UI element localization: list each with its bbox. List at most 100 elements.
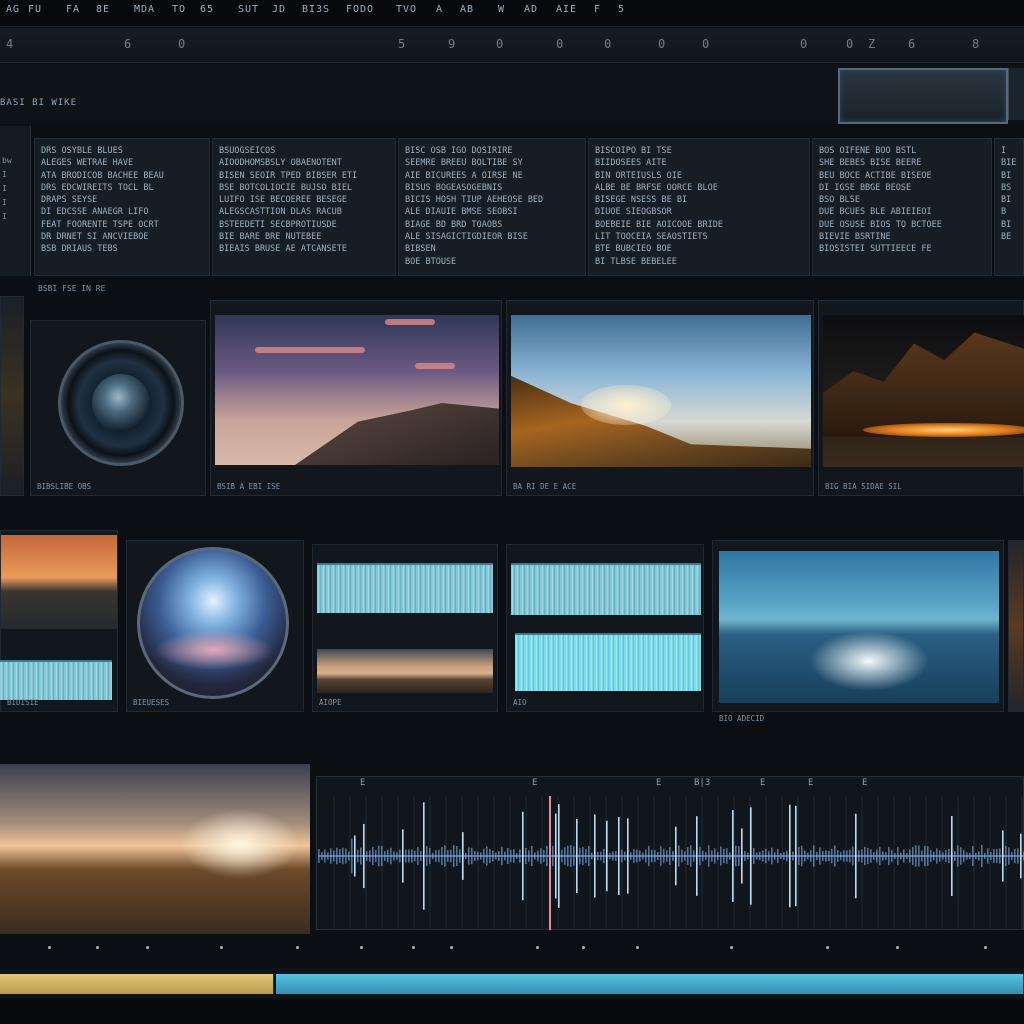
- waveform-bar: [363, 823, 365, 889]
- waveform-bar: [756, 852, 758, 860]
- media-thumbnail[interactable]: AIOPE: [312, 544, 498, 712]
- waveform-bar: [657, 851, 659, 861]
- waveform-bar: [996, 849, 998, 863]
- waveform-bar: [747, 852, 749, 860]
- ruler-tick-label: 0: [702, 37, 710, 51]
- menu-item[interactable]: TO: [172, 4, 186, 15]
- metadata-panel[interactable]: I BIE BI BS BI B BI BE: [994, 138, 1024, 276]
- metadata-panel[interactable]: BOS OIFENE BOO BSTL SHE BEBES BISE BEERE…: [812, 138, 992, 276]
- waveform-bar: [417, 847, 419, 865]
- media-thumbnail[interactable]: [0, 296, 24, 496]
- waveform-bar: [960, 847, 962, 865]
- waveform-bar: [708, 845, 710, 867]
- waveform-bar: [510, 849, 512, 863]
- waveform-bar: [369, 850, 371, 862]
- ruler-tick-label: 0: [658, 37, 666, 51]
- audio-waveform-strip[interactable]: [515, 633, 701, 691]
- metadata-panel[interactable]: BSUOGSEICOS AIOODHOMSBSLY OBAENOTENT BIS…: [212, 138, 396, 276]
- preview-monitor[interactable]: [0, 764, 310, 934]
- header-scroll-handle[interactable]: [1008, 68, 1024, 120]
- menu-item[interactable]: TVO: [396, 4, 417, 15]
- menu-item[interactable]: 65: [200, 4, 214, 15]
- waveform-bar: [465, 852, 467, 860]
- media-thumbnail[interactable]: BIG BIA SIDAE SIL: [818, 300, 1024, 496]
- menu-item[interactable]: FU: [28, 4, 42, 15]
- menu-item[interactable]: W: [498, 4, 505, 15]
- waveform-bar: [567, 845, 569, 867]
- waveform-bar: [576, 819, 578, 893]
- waveform-bar: [930, 849, 932, 863]
- media-thumbnail[interactable]: BSIB A EBI ISE: [210, 300, 502, 496]
- waveform-bar: [543, 849, 545, 863]
- waveform-bar: [318, 849, 320, 863]
- metadata-line: ATA BRODICOB BACHEE BEAU: [41, 170, 164, 181]
- waveform-bar: [927, 846, 929, 866]
- metadata-line: BSB DRIAUS TEBS: [41, 244, 118, 255]
- metadata-line: DRS OSYBLE BLUES: [41, 146, 123, 156]
- waveform-display[interactable]: [318, 796, 1024, 930]
- menu-item[interactable]: AIE: [556, 4, 577, 15]
- menu-item[interactable]: F: [594, 4, 601, 15]
- menu-item[interactable]: BI3S: [302, 4, 330, 15]
- media-thumbnail[interactable]: [1008, 540, 1024, 712]
- waveform-bar: [573, 846, 575, 866]
- track-clip[interactable]: [0, 974, 274, 994]
- thumbnail-caption: BIO ADECID: [719, 714, 765, 723]
- menu-item[interactable]: A: [436, 4, 443, 15]
- waveform-bar: [864, 846, 866, 866]
- waveform-bar: [426, 846, 428, 866]
- waveform-bar: [888, 846, 890, 866]
- waveform-bar: [687, 847, 689, 865]
- waveform-bar: [390, 847, 392, 865]
- menu-item[interactable]: 5: [618, 4, 625, 15]
- waveform-bar: [345, 848, 347, 864]
- thumbnail-image: [823, 315, 1024, 467]
- metadata-line: BSO BLSE: [819, 195, 860, 206]
- preview-display-box[interactable]: [838, 68, 1008, 124]
- waveform-bar: [840, 851, 842, 861]
- media-thumbnail[interactable]: BIDISIE: [0, 530, 118, 712]
- waveform-bar: [750, 807, 752, 905]
- time-ruler[interactable]: 4 6 0 5 9 0 0 0 0 0 0 0 Z 6 8: [0, 28, 1024, 63]
- waveform-bar: [939, 850, 941, 862]
- metadata-line: AIOODHOMSBSLY OBAENOTENT: [219, 158, 342, 169]
- waveform-bar: [594, 814, 596, 898]
- media-thumbnail[interactable]: BIO ADECID: [712, 540, 1004, 723]
- waveform-bar: [360, 847, 362, 865]
- metadata-line: BISC OSB IGO DOSIRIRE: [405, 146, 513, 156]
- side-label: I: [2, 212, 7, 221]
- waveform-bar: [981, 845, 983, 867]
- media-thumbnail[interactable]: AIO: [506, 544, 704, 712]
- waveform-bar: [984, 852, 986, 860]
- audio-waveform-strip[interactable]: [511, 563, 701, 615]
- menu-item[interactable]: AB: [460, 4, 474, 15]
- waveform-bar: [855, 813, 857, 899]
- metadata-line: BSUOGSEICOS: [219, 146, 276, 156]
- metadata-line: DUE BCUES BLE ABIEIEOI: [819, 207, 932, 218]
- waveform-bar: [759, 851, 761, 861]
- ruler-tick-label: Z: [868, 37, 876, 51]
- menu-item[interactable]: SUT: [238, 4, 259, 15]
- waveform-bar: [582, 846, 584, 866]
- waveform-bar: [990, 852, 992, 860]
- timeline-tick-label: B|3: [694, 778, 711, 788]
- menu-item[interactable]: AG: [6, 4, 20, 15]
- audio-waveform-strip[interactable]: [317, 563, 493, 613]
- menu-item[interactable]: JD: [272, 4, 286, 15]
- audio-waveform-strip[interactable]: [0, 660, 112, 700]
- menu-item[interactable]: MDA: [134, 4, 155, 15]
- menu-item[interactable]: 8E: [96, 4, 110, 15]
- menu-item[interactable]: AD: [524, 4, 538, 15]
- track-dot: [48, 946, 51, 949]
- track-clip[interactable]: [276, 974, 1024, 994]
- waveform-bar: [858, 850, 860, 862]
- media-thumbnail[interactable]: BA RI DE E ACE: [506, 300, 814, 496]
- metadata-panel[interactable]: DRS OSYBLE BLUES ALEGES WETRAE HAVE ATA …: [34, 138, 210, 276]
- waveform-bar: [684, 851, 686, 861]
- menu-item[interactable]: FA: [66, 4, 80, 15]
- metadata-panel[interactable]: BISC OSB IGO DOSIRIRE SEEMRE BREEU BOLTI…: [398, 138, 586, 276]
- menu-item[interactable]: FODO: [346, 4, 374, 15]
- waveform-bar: [570, 845, 572, 867]
- metadata-panel[interactable]: BISCOIPO BI TSE BIIDOSEES AITE BIN ORTEI…: [588, 138, 810, 276]
- track-dot: [536, 946, 539, 949]
